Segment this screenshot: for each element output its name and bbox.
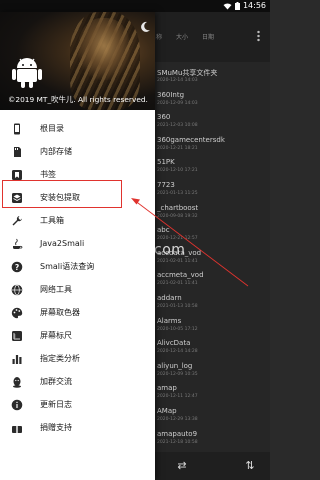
menu-label: 工具箱 — [40, 216, 64, 225]
file-name: abc — [157, 226, 170, 235]
menu-item-smali-syntax[interactable]: ? Smali语法查询 — [0, 256, 155, 279]
menu-label: 网络工具 — [40, 285, 72, 294]
drawer-header: ©2019 MT_吹牛儿. All rights reserved. — [0, 12, 155, 110]
svg-text:?: ? — [15, 263, 19, 272]
file-date: 2020-12-09 14:03 — [157, 100, 198, 106]
storage-icon — [14, 147, 21, 157]
night-mode-icon[interactable] — [138, 20, 152, 34]
gift-icon — [12, 426, 22, 433]
file-name: addarn — [157, 293, 182, 302]
menu-label: 屏幕标尺 — [40, 331, 72, 340]
menu-label: 屏幕取色器 — [40, 308, 80, 317]
menu-item-class-analysis[interactable]: 指定类分析 — [0, 348, 155, 371]
file-date: 2020-12-14 14:03 — [157, 78, 198, 83]
menu-label: 更新日志 — [40, 400, 72, 409]
menu-label: 捐赠支持 — [40, 423, 72, 432]
menu-item-color-picker[interactable]: 屏幕取色器 — [0, 302, 155, 325]
file-date: 2021-01-13 11:25 — [157, 190, 198, 196]
menu-item-screen-ruler[interactable]: 屏幕标尺 — [0, 325, 155, 348]
file-date: 2020-12-11 12:47 — [157, 394, 198, 400]
file-name: 360 — [157, 113, 171, 122]
file-name: amapauto9 — [157, 429, 198, 438]
status-time: 14:56 — [242, 1, 266, 10]
file-name: accmeta_vod — [157, 271, 204, 280]
menu-label: Smali语法查询 — [40, 262, 95, 271]
highlight-box — [2, 180, 122, 208]
menu-item-internal-storage[interactable]: 内部存储 — [0, 141, 155, 164]
copyright-text: ©2019 MT_吹牛儿. All rights reserved. — [8, 95, 148, 104]
navigation-drawer: ©2019 MT_吹牛儿. All rights reserved. 根目录 内… — [0, 12, 155, 480]
sort-tabs: 名称 大小 日期 — [150, 32, 214, 41]
file-name: Alarms — [157, 316, 182, 325]
file-name: 7723 — [157, 180, 175, 189]
globe-icon — [11, 284, 23, 296]
chart-icon — [12, 355, 22, 364]
menu-item-join-group[interactable]: 加群交流 — [0, 371, 155, 394]
phone-icon — [14, 123, 20, 135]
file-date: 2020-12-21 18:21 — [157, 145, 198, 151]
menu-item-changelog[interactable]: 更新日志 — [0, 394, 155, 417]
file-date: 2020-12-14 14:28 — [157, 349, 198, 355]
status-bar: 14:56 — [0, 0, 270, 12]
compare-icon[interactable]: ⇅ — [244, 460, 256, 472]
help-icon: ? — [11, 261, 23, 273]
tiger-face — [78, 18, 130, 80]
swap-icon[interactable]: ⇄ — [176, 460, 188, 472]
status-icons: 14:56 — [223, 0, 266, 12]
menu-item-java2smali[interactable]: Java2Smali — [0, 233, 155, 256]
file-date: 2021-12-03 10:08 — [157, 123, 198, 129]
java-icon — [13, 238, 23, 249]
file-date: 2021-01-13 10:58 — [157, 303, 198, 309]
file-name: aliyun_log — [157, 361, 193, 370]
wifi-icon — [223, 3, 232, 9]
menu-label: 指定类分析 — [40, 354, 80, 363]
sort-tab-size[interactable]: 大小 — [176, 32, 188, 41]
menu-item-root[interactable]: 根目录 — [0, 118, 155, 141]
file-date: 2021-02-01 11:41 — [157, 258, 198, 264]
menu-label: Java2Smali — [40, 239, 85, 248]
file-name: amap — [157, 384, 177, 393]
drawer-menu: 根目录 内部存储 书签 安装包提取 工具箱 Java2Smali ? Smali… — [0, 118, 155, 440]
menu-label: 根目录 — [40, 124, 64, 133]
palette-icon — [11, 307, 23, 319]
file-name: _chartboost — [157, 203, 199, 212]
file-date: 2020-09-08 19:32 — [157, 213, 198, 219]
file-date: 2020-10-05 17:12 — [157, 326, 198, 332]
file-name: 360gamecentersdk — [157, 135, 225, 144]
info-icon — [11, 399, 23, 411]
file-name: SMuMu共享文件夹 — [157, 69, 218, 77]
more-menu-icon[interactable] — [257, 30, 260, 42]
file-date: 2020-12-09 10:35 — [157, 371, 198, 377]
file-name: 51PK — [157, 158, 175, 167]
sort-tab-date[interactable]: 日期 — [202, 32, 214, 41]
menu-label: 加群交流 — [40, 377, 72, 386]
file-name: AlivcData — [157, 339, 191, 348]
file-name: AMap — [157, 406, 177, 415]
wrench-icon — [12, 216, 22, 226]
file-date: 2021-02-01 11:41 — [157, 281, 198, 287]
file-date: 2020-12-29 13:38 — [157, 416, 198, 422]
file-name: 360Intg — [157, 90, 185, 99]
android-logo-icon — [12, 58, 42, 88]
qq-icon — [13, 377, 21, 388]
file-date: 2020-12-10 17:21 — [157, 168, 198, 174]
file-date: 2020-12-21 12:57 — [157, 236, 198, 242]
ruler-icon — [12, 331, 22, 341]
watermark-text: com — [154, 242, 186, 258]
file-date: 2021-12-18 10:58 — [157, 439, 198, 445]
menu-item-toolbox[interactable]: 工具箱 — [0, 210, 155, 233]
menu-label: 内部存储 — [40, 147, 72, 156]
battery-icon — [234, 2, 240, 10]
menu-item-network-tools[interactable]: 网络工具 — [0, 279, 155, 302]
menu-item-donate[interactable]: 捐赠支持 — [0, 417, 155, 440]
